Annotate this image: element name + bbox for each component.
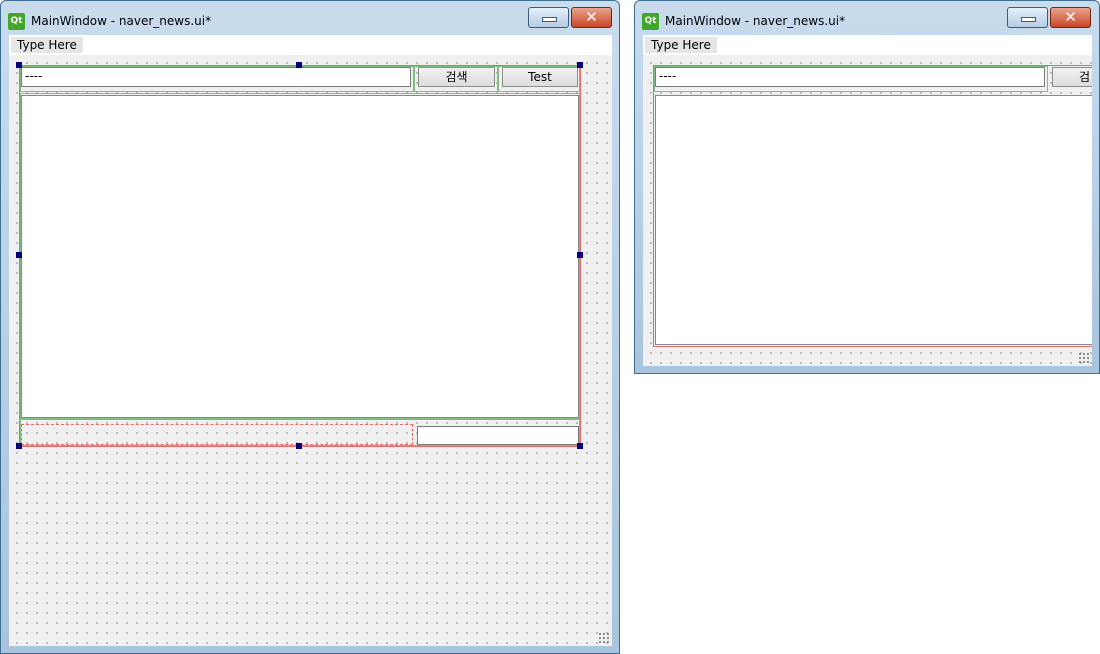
search-button[interactable]: 검색 [418,67,495,87]
news-text-area[interactable] [21,95,579,418]
menu-bar: Type Here [643,35,1092,55]
close-icon: ✕ [1064,8,1077,26]
size-grip-icon[interactable] [1078,352,1090,364]
search-button[interactable]: 검 [1052,67,1092,87]
close-icon: ✕ [585,8,598,26]
designer-window-main: Qt MainWindow - naver_news.ui* ✕ Type He… [0,0,620,654]
form-client-area: Type Here ---- 검색 Test [9,35,612,646]
selection-handle-bm[interactable] [296,443,302,449]
minimize-button[interactable] [528,7,569,28]
bottom-line-edit[interactable] [417,426,579,445]
window-title: MainWindow - naver_news.ui* [665,14,846,28]
test-button[interactable]: Test [502,67,578,87]
selection-handle-mr[interactable] [577,252,583,258]
preview-window: Qt MainWindow - naver_news.ui* ✕ Type He… [634,0,1100,374]
selection-handle-br[interactable] [577,443,583,449]
form-client-area: Type Here ---- 검 [643,35,1092,366]
title-bar[interactable]: Qt MainWindow - naver_news.ui* ✕ [1,1,619,35]
window-title: MainWindow - naver_news.ui* [31,14,212,28]
minimize-icon [542,17,557,22]
minimize-icon [1021,17,1036,22]
size-grip-icon[interactable] [598,632,610,644]
bottom-spacer-cell [21,424,413,445]
selection-handle-bl[interactable] [16,443,22,449]
selection-handle-ml[interactable] [16,252,22,258]
menu-type-here[interactable]: Type Here [11,37,83,53]
minimize-button[interactable] [1007,7,1048,28]
selection-handle-tm[interactable] [296,62,302,68]
close-button[interactable]: ✕ [571,7,612,28]
search-line-edit[interactable]: ---- [21,67,411,87]
selection-handle-tl[interactable] [16,62,22,68]
menu-type-here[interactable]: Type Here [645,37,717,53]
close-button[interactable]: ✕ [1050,7,1091,28]
qt-logo-icon: Qt [642,13,659,30]
title-bar[interactable]: Qt MainWindow - naver_news.ui* ✕ [635,1,1099,35]
menu-bar: Type Here [9,35,612,55]
news-text-area[interactable] [655,95,1092,345]
qt-logo-icon: Qt [8,13,25,30]
search-line-edit[interactable]: ---- [655,67,1045,87]
selection-handle-tr[interactable] [577,62,583,68]
